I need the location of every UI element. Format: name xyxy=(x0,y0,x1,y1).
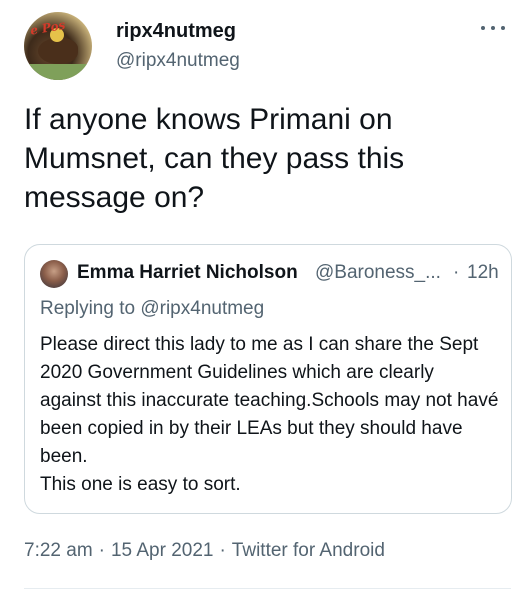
tweet-date[interactable]: 15 Apr 2021 xyxy=(111,540,213,561)
more-dot xyxy=(501,26,505,30)
quoted-author-handle: @Baroness_... xyxy=(315,262,441,283)
replying-to-line: Replying to @ripx4nutmeg xyxy=(40,298,264,320)
tweet-header: e Pos ripx4nutmeg @ripx4nutmeg xyxy=(24,12,511,84)
replying-prefix: Replying to xyxy=(40,298,136,319)
meta-separator: · xyxy=(98,540,105,561)
avatar-ground xyxy=(24,64,92,80)
author-display-name[interactable]: ripx4nutmeg xyxy=(116,20,236,43)
quoted-author-name: Emma Harriet Nicholson xyxy=(77,262,298,283)
tweet-text: If anyone knows Primani on Mumsnet, can … xyxy=(24,103,405,214)
more-dot xyxy=(491,26,495,30)
more-dot xyxy=(481,26,485,30)
more-options-icon[interactable] xyxy=(481,24,505,32)
quoted-timestamp: 12h xyxy=(467,262,499,283)
author-avatar[interactable]: e Pos xyxy=(24,12,92,80)
tweet-source[interactable]: Twitter for Android xyxy=(232,540,385,561)
tweet-time[interactable]: 7:22 am xyxy=(24,540,93,561)
tweet-metadata: 7:22 am · 15 Apr 2021 · Twitter for Android xyxy=(24,540,385,562)
meta-separator: · xyxy=(219,540,226,561)
divider xyxy=(24,588,511,589)
quoted-author-avatar xyxy=(40,260,68,288)
quoted-text: Please direct this lady to me as I can s… xyxy=(40,334,499,495)
quoted-tweet[interactable]: Emma Harriet Nicholson @Baroness_... · 1… xyxy=(24,244,512,514)
replying-handle: @ripx4nutmeg xyxy=(140,298,265,319)
author-username[interactable]: @ripx4nutmeg xyxy=(116,50,240,72)
quoted-separator: · xyxy=(453,262,460,283)
